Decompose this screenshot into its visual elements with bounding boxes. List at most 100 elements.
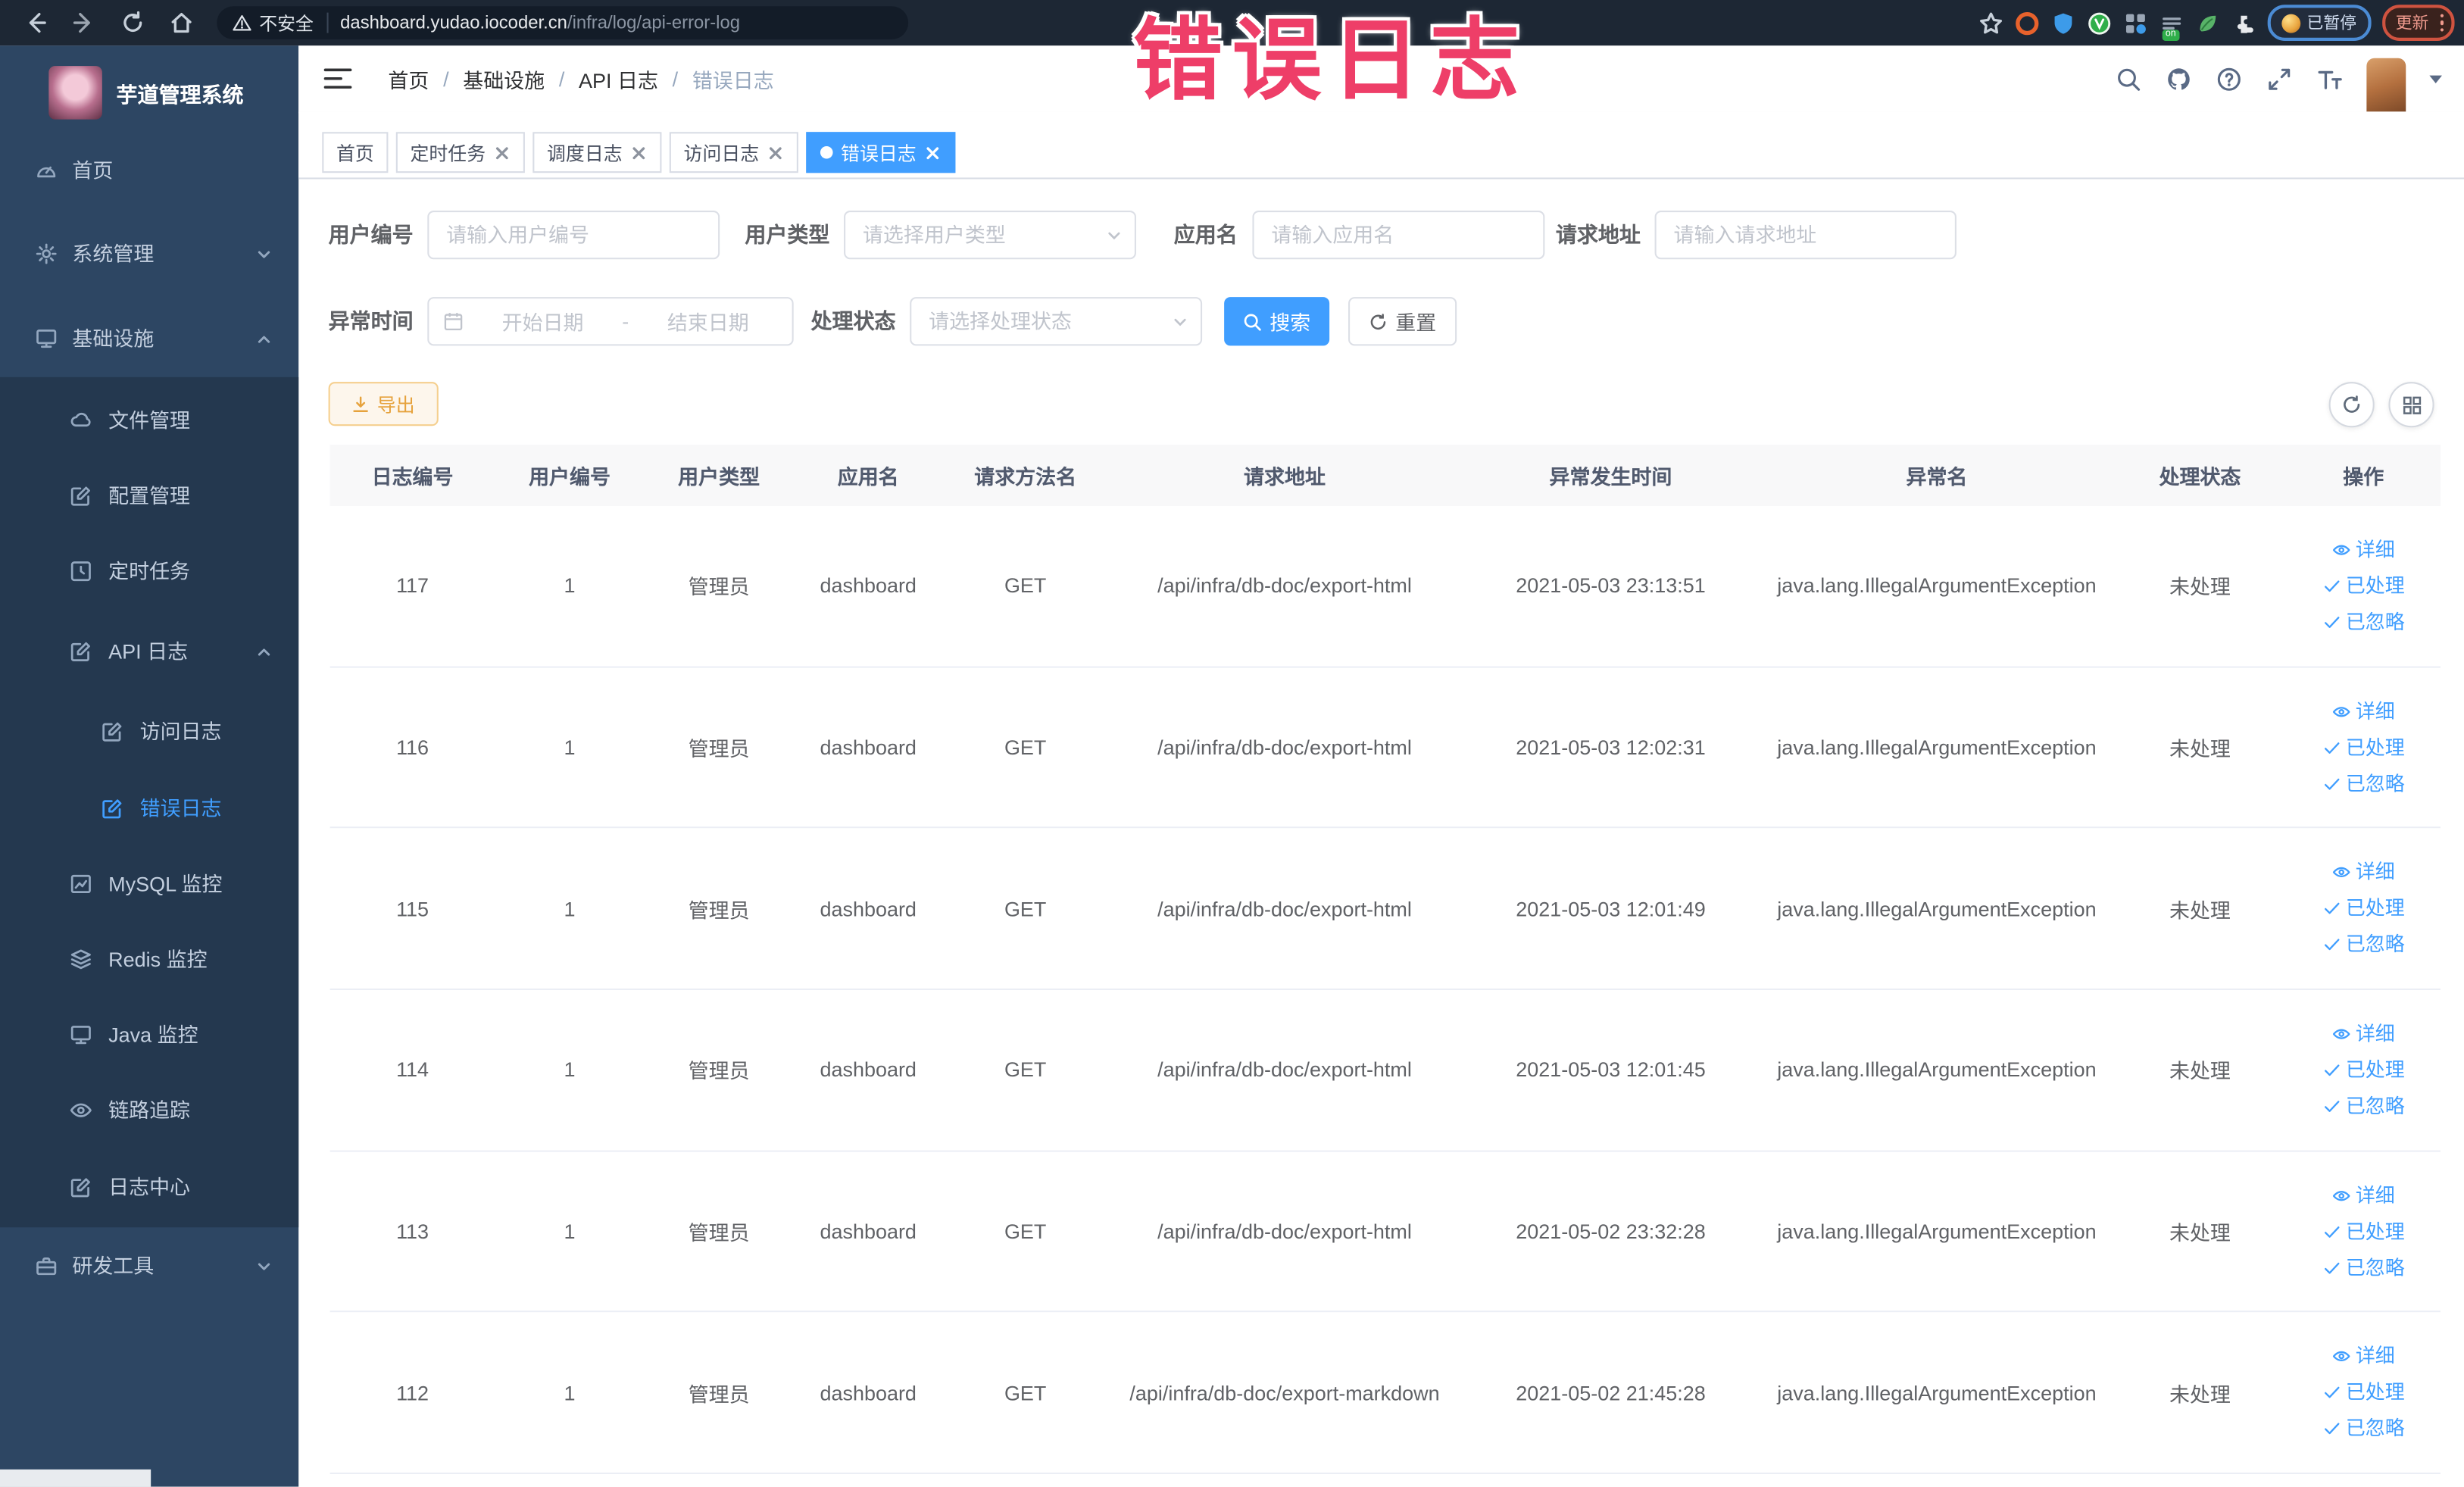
active-dot [820,145,833,159]
reset-button[interactable]: 重置 [1348,297,1457,346]
sidebar-item-file-management[interactable]: 文件管理 [0,381,298,458]
sidebar-item-access-log[interactable]: 访问日志 [0,692,298,770]
close-icon[interactable] [767,144,785,161]
mark-processed-link[interactable]: 已处理 [2322,570,2405,601]
extension-orange-icon[interactable] [2015,10,2040,35]
column-settings-button[interactable] [2388,382,2434,428]
caret-down-icon[interactable] [2429,74,2442,83]
edit-square-icon [69,483,92,507]
github-icon[interactable] [2166,65,2192,92]
status-select[interactable] [910,297,1203,346]
close-icon[interactable] [924,144,942,161]
mark-ignored-link[interactable]: 已忽略 [2322,1091,2405,1122]
user-type-select[interactable] [844,210,1136,260]
extension-badge-label: on [2162,29,2179,40]
app-logo-link[interactable]: 芋道管理系统 [0,55,298,131]
profile-paused-chip[interactable]: 已暂停 [2267,5,2371,41]
breadcrumb-infrastructure[interactable]: 基础设施 [463,64,545,93]
sidebar-item-log-center[interactable]: 日志中心 [0,1148,298,1226]
refresh-table-button[interactable] [2328,382,2375,428]
mark-processed-link[interactable]: 已处理 [2322,1054,2405,1086]
request-url-input[interactable] [1654,210,1957,260]
detail-link[interactable]: 详细 [2332,1179,2395,1211]
app-name-input[interactable] [1252,210,1545,260]
help-icon[interactable] [2216,65,2242,92]
request-url-label: 请求地址 [1555,223,1641,247]
mark-processed-link[interactable]: 已处理 [2322,1377,2405,1408]
export-button[interactable]: 导出 [328,382,439,426]
bookmark-star-icon[interactable] [1978,10,2003,35]
user-id-input[interactable] [427,210,720,260]
divider [326,12,328,33]
sidebar-item-redis-monitor[interactable]: Redis 监控 [0,920,298,998]
forward-icon[interactable] [70,9,97,36]
sidebar-item-error-log[interactable]: 错误日志 [0,770,298,847]
toolbox-icon [35,1254,58,1277]
extension-grid-icon[interactable] [2123,10,2148,35]
fullscreen-icon[interactable] [2266,65,2293,92]
tab-home[interactable]: 首页 [322,132,389,173]
mark-processed-link[interactable]: 已处理 [2322,732,2405,763]
detail-link[interactable]: 详细 [2332,857,2395,888]
breadcrumb-home[interactable]: 首页 [388,64,429,93]
sidebar-item-system[interactable]: 系统管理 [0,214,298,292]
breadcrumb-api-log[interactable]: API 日志 [579,64,658,93]
mark-processed-link[interactable]: 已处理 [2322,893,2405,924]
extension-on-badge-icon[interactable]: on [2160,10,2184,40]
back-icon[interactable] [22,9,48,36]
mark-ignored-link[interactable]: 已忽略 [2322,1252,2405,1283]
main-content: 用户编号 用户类型 应用名 请求地址 异常时间 开始日期 - 结束日期 处理状态… [298,177,2464,1487]
sidebar-item-mysql-monitor[interactable]: MySQL 监控 [0,845,298,922]
detail-link[interactable]: 详细 [2332,534,2395,565]
font-size-icon[interactable] [2316,65,2343,92]
extension-green-icon[interactable] [2087,10,2112,35]
search-icon[interactable] [2115,65,2141,92]
eye-icon [2332,545,2350,555]
browser-update-chip[interactable]: 更新 [2381,5,2455,41]
sidebar-item-home[interactable]: 首页 [0,131,298,208]
search-icon [1244,313,1261,330]
address-bar[interactable]: 不安全 dashboard.yudao.iocoder.cn/infra/log… [217,6,909,39]
security-indicator[interactable]: 不安全 [233,10,314,35]
table-row: 114 1 管理员 dashboard GET /api/infra/db-do… [329,990,2441,1152]
tab-access-log[interactable]: 访问日志 [669,132,799,173]
sidebar-item-config-management[interactable]: 配置管理 [0,457,298,534]
search-button[interactable]: 搜索 [1224,297,1330,346]
view-tabs-bar: 首页 定时任务 调度日志 访问日志 错误日志 [298,111,2464,180]
edit-square-icon [101,719,124,742]
mark-ignored-link[interactable]: 已忽略 [2322,929,2405,961]
tab-schedule-log[interactable]: 调度日志 [532,132,662,173]
edit-square-icon [69,1175,92,1198]
check-icon [2324,939,2339,951]
extension-leaf-icon[interactable] [2195,10,2220,35]
layers-icon [69,947,92,970]
sidebar-item-scheduled-jobs[interactable]: 定时任务 [0,532,298,609]
detail-link[interactable]: 详细 [2332,695,2395,726]
sidebar-item-java-monitor[interactable]: Java 监控 [0,995,298,1073]
mark-ignored-link[interactable]: 已忽略 [2322,1414,2405,1445]
extension-shield-icon[interactable] [2050,10,2075,35]
tab-error-log[interactable]: 错误日志 [806,132,956,173]
browser-menu-icon[interactable] [2439,14,2444,33]
sidebar-item-dev-tools[interactable]: 研发工具 [0,1226,298,1304]
extensions-puzzle-icon[interactable] [2231,10,2256,35]
reload-icon[interactable] [120,9,146,36]
mark-ignored-link[interactable]: 已忽略 [2322,606,2405,637]
sidebar-toggle-icon[interactable] [323,67,352,89]
paused-label: 已暂停 [2306,14,2356,33]
sidebar-item-tracing[interactable]: 链路追踪 [0,1071,298,1148]
detail-link[interactable]: 详细 [2332,1341,2395,1372]
mark-processed-link[interactable]: 已处理 [2322,1216,2405,1247]
tab-scheduled-jobs[interactable]: 定时任务 [395,132,525,173]
mark-ignored-link[interactable]: 已忽略 [2322,768,2405,799]
edit-square-icon [69,639,92,662]
page-url: dashboard.yudao.iocoder.cn/infra/log/api… [340,14,740,33]
eye-icon [2332,1351,2350,1362]
close-icon[interactable] [630,144,648,161]
close-icon[interactable] [493,144,511,161]
detail-link[interactable]: 详细 [2332,1018,2395,1049]
sidebar-item-api-log[interactable]: API 日志 [0,612,298,689]
sidebar-item-infrastructure[interactable]: 基础设施 [0,299,298,376]
home-icon[interactable] [168,9,195,36]
date-range-picker[interactable]: 开始日期 - 结束日期 [427,297,794,346]
